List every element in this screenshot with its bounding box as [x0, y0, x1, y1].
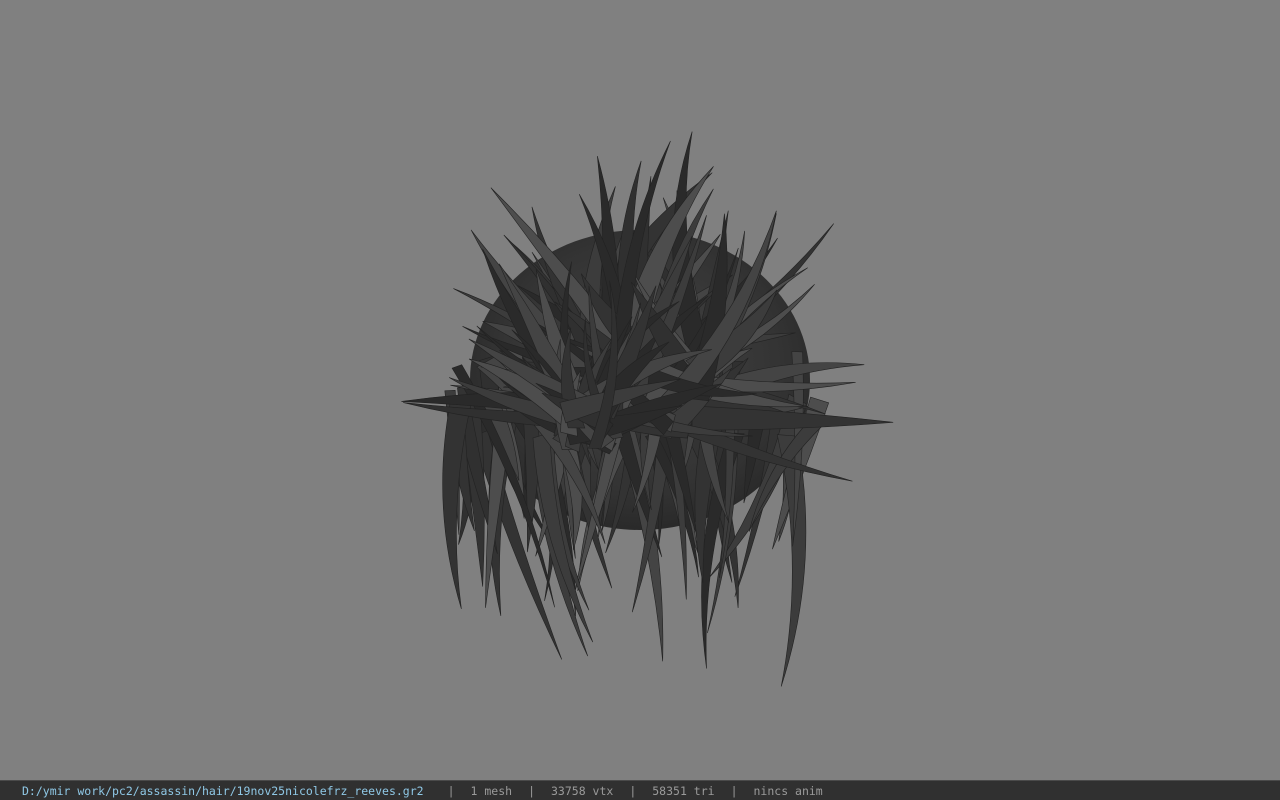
- triangle-count-label: 58351 tri: [652, 783, 715, 798]
- hair-mesh-render: [401, 131, 894, 687]
- anim-status-label: nincs anim: [753, 783, 823, 798]
- status-separator: |: [528, 783, 535, 798]
- 3d-viewport[interactable]: [0, 0, 1280, 780]
- mesh-count-label: 1 mesh: [470, 783, 513, 798]
- status-bar: D:/ymir work/pc2/assassin/hair/19nov25ni…: [0, 780, 1280, 800]
- file-path-label: D:/ymir work/pc2/assassin/hair/19nov25ni…: [22, 783, 424, 798]
- status-separator: |: [629, 783, 637, 798]
- hair-strands-group: [401, 131, 894, 687]
- status-separator: |: [730, 783, 738, 798]
- status-separator: |: [447, 783, 455, 798]
- vertex-count-label: 33758 vtx: [551, 783, 614, 798]
